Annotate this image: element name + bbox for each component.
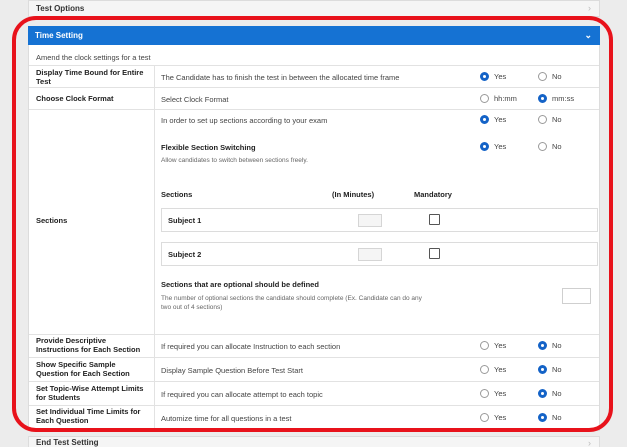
row-clock-format: Choose Clock Format Select Clock Format …	[29, 87, 599, 109]
test-options-title: Test Options	[36, 4, 85, 13]
radio-unselected-icon	[538, 115, 547, 124]
optional-sections-note: The number of optional sections the cand…	[161, 295, 422, 311]
subject-name: Subject 2	[168, 250, 202, 259]
sample-no-radio[interactable]: No	[538, 365, 562, 374]
end-test-setting-title: End Test Setting	[36, 438, 99, 447]
radio-unselected-icon	[538, 142, 547, 151]
flexible-no-radio[interactable]: No	[538, 142, 562, 151]
end-test-setting-header[interactable]: End Test Setting ›	[28, 436, 600, 447]
row-label: Provide Descriptive Instructions for Eac…	[36, 336, 141, 354]
col-sections-header: Sections	[161, 190, 193, 199]
topic-yes-radio[interactable]: Yes	[480, 389, 506, 398]
subject-name: Subject 1	[168, 216, 202, 225]
descriptive-no-radio[interactable]: No	[538, 341, 562, 350]
radio-selected-icon	[538, 365, 547, 374]
test-options-panel[interactable]: Test Options ›	[28, 0, 600, 17]
col-mandatory-header: Mandatory	[414, 190, 452, 199]
row-label: Set Topic-Wise Attempt Limits for Studen…	[36, 384, 144, 402]
col-minutes-header: (In Minutes)	[332, 190, 375, 199]
subject-minutes-input[interactable]	[358, 214, 382, 227]
clock-mmss-radio[interactable]: mm:ss	[538, 94, 574, 103]
time-setting-body: Amend the clock settings for a test Disp…	[28, 45, 600, 431]
test-options-header[interactable]: Test Options ›	[28, 0, 600, 17]
row-description: If required you can allocate Instruction…	[161, 342, 341, 351]
sample-yes-radio[interactable]: Yes	[480, 365, 506, 374]
row-description: The Candidate has to finish the test in …	[161, 73, 400, 82]
individual-no-radio[interactable]: No	[538, 413, 562, 422]
time-setting-title: Time Setting	[35, 31, 83, 40]
radio-unselected-icon	[480, 413, 489, 422]
row-description: Automize time for all questions in a tes…	[161, 414, 292, 423]
row-label: Sections	[36, 216, 68, 225]
radio-selected-icon	[538, 389, 547, 398]
radio-selected-icon	[480, 142, 489, 151]
time-setting-header[interactable]: Time Setting ⌄	[28, 26, 600, 45]
display-bound-no-radio[interactable]: No	[538, 72, 562, 81]
descriptive-yes-radio[interactable]: Yes	[480, 341, 506, 350]
flexible-switching-title: Flexible Section Switching	[161, 143, 256, 152]
radio-unselected-icon	[538, 72, 547, 81]
row-topic-attempt-limits: Set Topic-Wise Attempt Limits for Studen…	[29, 381, 599, 405]
topic-no-radio[interactable]: No	[538, 389, 562, 398]
time-setting-subtitle: Amend the clock settings for a test	[36, 53, 151, 62]
subject-mandatory-checkbox[interactable]	[429, 214, 440, 225]
row-label: Set Individual Time Limits for Each Ques…	[36, 407, 141, 425]
subject-mandatory-checkbox[interactable]	[429, 248, 440, 259]
row-individual-time-limits: Set Individual Time Limits for Each Ques…	[29, 405, 599, 430]
sections-yes-radio[interactable]: Yes	[480, 115, 506, 124]
row-label: Choose Clock Format	[36, 94, 114, 103]
optional-sections-input[interactable]	[562, 288, 591, 304]
row-label: Show Specific Sample Question for Each S…	[36, 360, 130, 378]
radio-unselected-icon	[480, 94, 489, 103]
display-bound-yes-radio[interactable]: Yes	[480, 72, 506, 81]
flexible-yes-radio[interactable]: Yes	[480, 142, 506, 151]
row-description: Select Clock Format	[161, 95, 229, 104]
row-description: In order to set up sections according to…	[161, 116, 328, 125]
row-display-time-bound: Display Time Bound for Entire Test The C…	[29, 65, 599, 87]
radio-selected-icon	[538, 341, 547, 350]
chevron-down-icon: ⌄	[584, 30, 592, 40]
row-sample-question: Show Specific Sample Question for Each S…	[29, 357, 599, 381]
radio-selected-icon	[480, 72, 489, 81]
radio-unselected-icon	[480, 341, 489, 350]
radio-unselected-icon	[480, 365, 489, 374]
subject-row: Subject 1	[161, 208, 598, 232]
row-label: Display Time Bound for Entire Test	[36, 68, 144, 86]
subject-minutes-input[interactable]	[358, 248, 382, 261]
chevron-right-icon: ›	[588, 438, 591, 447]
chevron-right-icon: ›	[588, 3, 591, 13]
optional-sections-title: Sections that are optional should be def…	[161, 280, 319, 289]
row-description: Display Sample Question Before Test Star…	[161, 366, 304, 375]
radio-selected-icon	[538, 413, 547, 422]
row-descriptive-instructions: Provide Descriptive Instructions for Eac…	[29, 334, 599, 357]
clock-hhmm-radio[interactable]: hh:mm	[480, 94, 517, 103]
radio-unselected-icon	[480, 389, 489, 398]
flexible-switching-note: Allow candidates to switch between secti…	[161, 157, 308, 164]
individual-yes-radio[interactable]: Yes	[480, 413, 506, 422]
row-sections: Sections In order to set up sections acc…	[29, 109, 599, 334]
subject-row: Subject 2	[161, 242, 598, 266]
radio-selected-icon	[480, 115, 489, 124]
row-description: If required you can allocate attempt to …	[161, 390, 323, 399]
sections-no-radio[interactable]: No	[538, 115, 562, 124]
radio-selected-icon	[538, 94, 547, 103]
